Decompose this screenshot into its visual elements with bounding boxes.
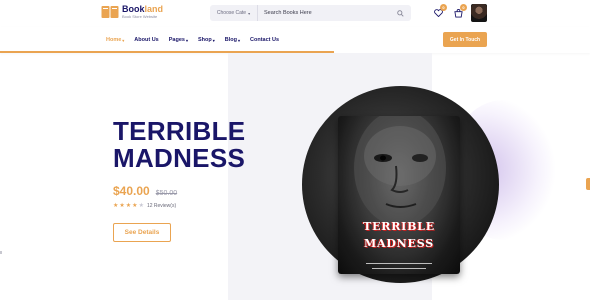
nav-item-contact-us[interactable]: Contact Us bbox=[250, 37, 279, 43]
current-price: $40.00 bbox=[113, 184, 150, 198]
brand-text: Bookland Book Store Website bbox=[122, 5, 163, 19]
chevron-down-icon: ▾ bbox=[237, 37, 240, 43]
cart-button[interactable]: 0 bbox=[452, 4, 467, 19]
rating-block: ★ ★ ★ ★ ★ 12 Review(s) bbox=[113, 203, 176, 209]
nav-item-label: Shop bbox=[197, 37, 212, 43]
brand-name: Bookland bbox=[122, 5, 163, 14]
search-input[interactable] bbox=[258, 5, 393, 21]
nav-item-label: Home bbox=[106, 37, 122, 43]
nav-item-shop[interactable]: Shop ▾ bbox=[198, 37, 215, 43]
chevron-down-icon: ▾ bbox=[185, 37, 188, 43]
brand-name-part2: land bbox=[144, 4, 164, 14]
star-empty-icon: ★ bbox=[138, 203, 144, 209]
star-filled-icon: ★ bbox=[125, 203, 132, 209]
review-count[interactable]: 12 Review(s) bbox=[147, 203, 176, 209]
star-rating: ★ ★ ★ ★ ★ bbox=[113, 203, 144, 209]
side-scroll-tab[interactable] bbox=[586, 178, 590, 190]
book-logo-icon bbox=[101, 6, 119, 18]
star-filled-icon: ★ bbox=[119, 203, 125, 209]
price-block: $40.00 $50.00 bbox=[113, 184, 177, 198]
old-price: $50.00 bbox=[155, 190, 178, 197]
category-select-label: Choose Cate bbox=[216, 10, 247, 16]
chevron-down-icon: ▾ bbox=[122, 37, 125, 43]
search-bar: Choose Cate ▾ bbox=[210, 5, 411, 21]
brand-logo[interactable]: Bookland Book Store Website bbox=[101, 5, 163, 19]
star-filled-icon: ★ bbox=[132, 203, 138, 209]
main-navbar: Home ▾ About Us Pages ▾ Shop ▾ Blog ▾ Contac… bbox=[0, 27, 590, 53]
nav-item-label: Pages bbox=[168, 37, 185, 43]
category-select[interactable]: Choose Cate ▾ bbox=[210, 5, 258, 21]
book-cover[interactable]: TERRIBLE MADNESS bbox=[338, 116, 460, 274]
carousel-prev-marker[interactable] bbox=[0, 251, 2, 254]
nav-item-label: Contact Us bbox=[250, 37, 280, 43]
book-cover-title-line2: MADNESS bbox=[364, 237, 434, 250]
nav-item-about-us[interactable]: About Us bbox=[134, 37, 158, 43]
book-cover-fine-text bbox=[366, 263, 432, 264]
see-details-button[interactable]: See Details bbox=[113, 223, 171, 242]
hero-title-line2: MADNESS bbox=[113, 143, 246, 173]
chevron-down-icon: ▾ bbox=[212, 37, 215, 43]
chevron-down-icon: ▾ bbox=[248, 10, 251, 16]
brand-name-part1: Book bbox=[122, 4, 145, 14]
face-artwork bbox=[338, 116, 460, 274]
book-cover-fine-text bbox=[372, 268, 426, 269]
brand-tagline: Book Store Website bbox=[122, 14, 158, 19]
top-bar: Bookland Book Store Website Choose Cate … bbox=[0, 0, 590, 27]
wishlist-button[interactable]: 0 bbox=[432, 4, 447, 19]
nav-item-home[interactable]: Home ▾ bbox=[106, 37, 124, 43]
get-in-touch-button[interactable]: Get In Touch bbox=[443, 32, 487, 47]
nav-item-pages[interactable]: Pages ▾ bbox=[169, 37, 188, 43]
star-filled-icon: ★ bbox=[113, 203, 119, 209]
hero-title: TERRIBLE MADNESS bbox=[113, 118, 245, 172]
wishlist-count-badge: 0 bbox=[440, 4, 447, 11]
hero-title-line1: TERRIBLE bbox=[113, 116, 246, 146]
main-nav: Home ▾ About Us Pages ▾ Shop ▾ Blog ▾ Contac… bbox=[106, 37, 279, 43]
search-icon[interactable] bbox=[393, 6, 407, 20]
nav-item-blog[interactable]: Blog ▾ bbox=[225, 37, 240, 43]
book-cover-title-line1: TERRIBLE bbox=[363, 220, 435, 233]
nav-item-label: About Us bbox=[134, 37, 159, 43]
user-avatar[interactable] bbox=[471, 4, 487, 22]
cart-count-badge: 0 bbox=[460, 4, 467, 11]
nav-item-label: Blog bbox=[224, 37, 237, 43]
